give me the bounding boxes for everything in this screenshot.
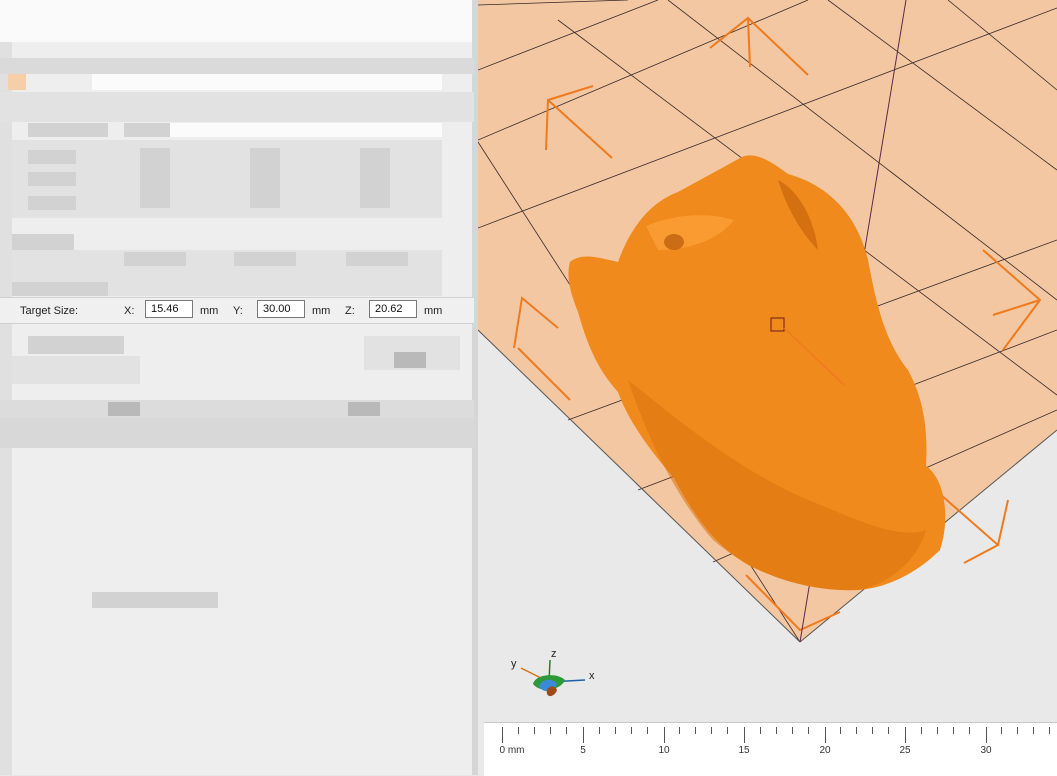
blurred-text [124, 123, 170, 137]
ruler-label: 30 [980, 745, 992, 756]
ruler-major-tick [664, 727, 665, 743]
ruler-minor-tick [872, 727, 874, 734]
ruler-minor-tick [759, 727, 761, 734]
blurred-text [140, 148, 170, 208]
blurred-text [394, 352, 426, 368]
ruler-minor-tick [936, 727, 938, 734]
y-label: Y: [233, 304, 243, 317]
ruler-label: 15 [738, 745, 750, 756]
ruler-minor-tick [550, 727, 552, 734]
y-unit: mm [312, 304, 331, 317]
ruler-minor-tick [711, 727, 713, 734]
ruler-minor-tick [952, 727, 954, 734]
ruler-label: 0 mm [499, 745, 525, 756]
blurred-text [234, 252, 296, 266]
ruler-major-tick [986, 727, 987, 743]
blurred-text [108, 402, 140, 416]
ruler-minor-tick [598, 727, 600, 734]
ruler-minor-tick [695, 727, 697, 734]
ruler-minor-tick [1017, 727, 1019, 734]
ruler-minor-tick [775, 727, 777, 734]
axis-gizmo[interactable]: y z x [505, 648, 605, 700]
left-panel-header [0, 0, 472, 42]
ruler-minor-tick [968, 727, 970, 734]
blurred-text [92, 592, 218, 608]
blurred-icon [8, 74, 26, 90]
ruler-minor-tick [566, 727, 568, 734]
blurred-text [250, 148, 280, 208]
blurred-region [170, 123, 442, 137]
ruler-minor-tick [856, 727, 858, 734]
blurred-text [360, 148, 390, 208]
ruler-minor-tick [727, 727, 729, 734]
ruler-minor-tick [518, 727, 520, 734]
ruler: 0 mm 5 10 15 20 25 30 [484, 722, 1057, 776]
z-unit: mm [424, 304, 443, 317]
blurred-text [12, 282, 108, 296]
ruler-minor-tick [614, 727, 616, 734]
blurred-text [28, 172, 76, 186]
ruler-label: 10 [658, 745, 670, 756]
ruler-minor-tick [1049, 727, 1051, 734]
blurred-text [28, 123, 108, 137]
ruler-major-tick [905, 727, 906, 743]
ruler-minor-tick [791, 727, 793, 734]
target-size-row: Target Size: X: 15.46 mm Y: 30.00 mm Z: … [0, 297, 474, 324]
blurred-region [0, 418, 474, 448]
target-size-label: Target Size: [20, 304, 79, 317]
axis-x-label: x [589, 670, 595, 682]
ruler-label: 20 [819, 745, 831, 756]
blurred-region [0, 400, 474, 418]
blurred-input [92, 74, 442, 90]
blurred-text [348, 402, 380, 416]
blurred-text [12, 234, 74, 250]
target-size-z-input[interactable]: 20.62 [369, 300, 417, 318]
blurred-text [28, 336, 124, 354]
ruler-minor-tick [679, 727, 681, 734]
ruler-minor-tick [534, 727, 536, 734]
blurred-region [0, 92, 474, 122]
axis-y-label: y [511, 658, 517, 670]
ruler-major-tick [502, 727, 503, 743]
x-label: X: [124, 304, 135, 317]
blurred-region [12, 356, 140, 384]
ruler-major-tick [583, 727, 584, 743]
ruler-minor-tick [840, 727, 842, 734]
target-size-y-input[interactable]: 30.00 [257, 300, 305, 318]
ruler-minor-tick [630, 727, 632, 734]
left-panel: Target Size: X: 15.46 mm Y: 30.00 mm Z: … [0, 0, 478, 775]
axis-z-label: z [551, 648, 557, 660]
blurred-text [28, 150, 76, 164]
ruler-label: 25 [899, 745, 911, 756]
target-size-x-input[interactable]: 15.46 [145, 300, 193, 318]
ruler-minor-tick [888, 727, 890, 734]
blurred-text [346, 252, 408, 266]
ruler-label: 5 [580, 745, 586, 756]
z-label: Z: [345, 304, 355, 317]
ruler-minor-tick [920, 727, 922, 734]
ruler-major-tick [825, 727, 826, 743]
blurred-region [0, 58, 474, 74]
ruler-minor-tick [646, 727, 648, 734]
ruler-major-tick [744, 727, 745, 743]
ruler-minor-tick [1033, 727, 1035, 734]
blurred-text [28, 196, 76, 210]
x-unit: mm [200, 304, 219, 317]
ruler-minor-tick [1001, 727, 1003, 734]
ruler-minor-tick [807, 727, 809, 734]
blurred-text [124, 252, 186, 266]
